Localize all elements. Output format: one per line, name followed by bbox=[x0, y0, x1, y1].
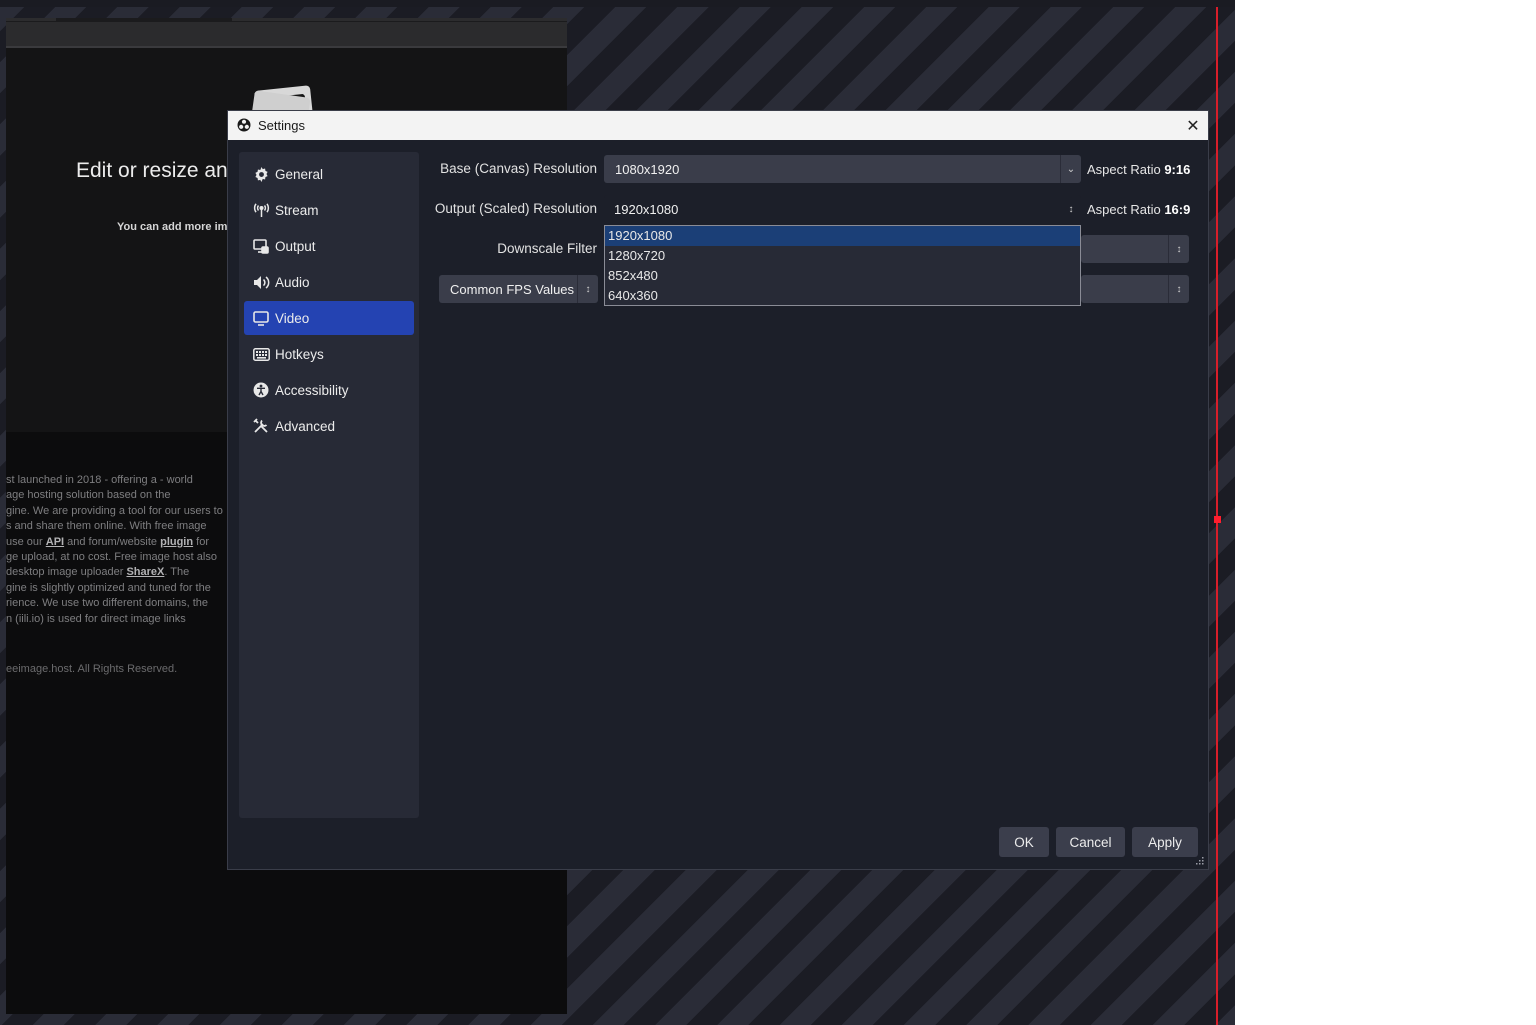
about-text-segment: age hosting solution based on the bbox=[6, 489, 171, 502]
dropdown-option[interactable]: 852x480 bbox=[605, 266, 1080, 286]
about-line: rience. We use two different domains, th… bbox=[6, 596, 228, 611]
up-down-arrows-icon[interactable]: ↕ bbox=[1168, 235, 1189, 263]
close-icon: ✕ bbox=[1186, 117, 1200, 135]
hero-title: Edit or resize any bbox=[76, 159, 239, 182]
sidebar-item-label: Video bbox=[275, 310, 310, 326]
output-resolution-combo[interactable]: 1920x1080 ↕ bbox=[604, 195, 1081, 223]
source-tab bbox=[232, 18, 567, 21]
output-resolution-label: Output (Scaled) Resolution bbox=[434, 201, 597, 216]
about-line: s and share them online. With free image bbox=[6, 519, 228, 534]
sidebar-item-video[interactable]: Video bbox=[244, 301, 414, 335]
dialog-title: Settings bbox=[258, 118, 305, 133]
antenna-icon bbox=[252, 201, 270, 219]
base-resolution-label: Base (Canvas) Resolution bbox=[440, 161, 597, 176]
preview-top-bar bbox=[0, 0, 1235, 7]
output-resolution-dropdown: 1920x1080 1280x720 852x480 640x360 bbox=[604, 225, 1081, 306]
base-aspect-ratio-value: 9:16 bbox=[1164, 162, 1191, 177]
keyboard-icon bbox=[252, 345, 270, 363]
about-text-segment: s and share them online. With free image bbox=[6, 520, 207, 533]
sidebar-item-accessibility[interactable]: Accessibility bbox=[244, 373, 414, 407]
sidebar-item-label: Output bbox=[275, 238, 316, 254]
tools-icon bbox=[252, 417, 270, 435]
base-resolution-combo[interactable]: 1080x1920 ⌄ bbox=[604, 155, 1081, 183]
dropdown-option[interactable]: 640x360 bbox=[605, 286, 1080, 306]
about-text-segment: desktop image uploader bbox=[6, 566, 127, 579]
dropdown-option[interactable]: 1280x720 bbox=[605, 246, 1080, 266]
settings-dialog: Settings ✕ General Stream Output Audio V… bbox=[227, 110, 1209, 870]
source-toolbar bbox=[6, 22, 567, 48]
about-line: ge upload, at no cost. Free image host a… bbox=[6, 550, 228, 565]
about-link[interactable]: plugin bbox=[160, 536, 193, 548]
accessibility-icon bbox=[252, 381, 270, 399]
about-line: age hosting solution based on the bbox=[6, 488, 228, 503]
monitor-icon bbox=[252, 309, 270, 327]
speaker-icon bbox=[252, 273, 270, 291]
settings-sidebar: General Stream Output Audio Video Hotkey… bbox=[239, 152, 419, 818]
sidebar-item-general[interactable]: General bbox=[244, 157, 414, 191]
dialog-titlebar[interactable]: Settings ✕ bbox=[228, 111, 1208, 140]
downscale-filter-label: Downscale Filter bbox=[497, 241, 597, 256]
about-text-segment: use our bbox=[6, 535, 46, 548]
about-text-segment: gine. We are providing a tool for our us… bbox=[6, 504, 223, 517]
sidebar-item-advanced[interactable]: Advanced bbox=[244, 409, 414, 443]
fps-type-combo[interactable]: Common FPS Values ↕ bbox=[439, 275, 598, 303]
output-aspect-ratio: Aspect Ratio 16:9 bbox=[1087, 202, 1191, 217]
hero-subtitle: You can add more im bbox=[117, 221, 228, 233]
resize-grip-icon[interactable] bbox=[1196, 857, 1204, 865]
about-line: use our API and forum/website plugin for bbox=[6, 535, 228, 550]
sidebar-item-stream[interactable]: Stream bbox=[244, 193, 414, 227]
copyright-text: eeimage.host. All Rights Reserved. bbox=[6, 663, 178, 675]
sidebar-item-label: Hotkeys bbox=[275, 346, 324, 362]
ok-button[interactable]: OK bbox=[999, 827, 1049, 857]
gear-icon bbox=[252, 165, 270, 183]
about-line: gine is slightly optimized and tuned for… bbox=[6, 581, 228, 596]
apply-button[interactable]: Apply bbox=[1132, 827, 1198, 857]
about-line: n (iili.io) is used for direct image lin… bbox=[6, 612, 228, 627]
about-text: st launched in 2018 - offering a - world… bbox=[6, 473, 228, 627]
base-resolution-value: 1080x1920 bbox=[615, 161, 680, 177]
output-aspect-ratio-value: 16:9 bbox=[1164, 202, 1191, 217]
up-down-arrows-icon[interactable]: ↕ bbox=[1168, 275, 1189, 303]
about-text-segment: rience. We use two different domains, th… bbox=[6, 597, 208, 610]
chevron-down-icon[interactable]: ⌄ bbox=[1060, 155, 1081, 183]
about-text-segment: ge upload, at no cost. Free image host a… bbox=[6, 551, 217, 564]
sidebar-item-output[interactable]: Output bbox=[244, 229, 414, 263]
about-text-segment: and forum/website bbox=[64, 535, 161, 548]
about-line: desktop image uploader ShareX. The bbox=[6, 565, 228, 580]
dropdown-option[interactable]: 1920x1080 bbox=[605, 226, 1080, 246]
sidebar-item-label: Accessibility bbox=[275, 382, 349, 398]
about-text-segment: for bbox=[193, 535, 209, 548]
sidebar-item-hotkeys[interactable]: Hotkeys bbox=[244, 337, 414, 371]
output-icon bbox=[252, 237, 270, 255]
about-link[interactable]: API bbox=[46, 536, 64, 548]
source-tab bbox=[6, 18, 56, 21]
sidebar-item-audio[interactable]: Audio bbox=[244, 265, 414, 299]
about-text-segment: st launched in 2018 - offering a - world bbox=[6, 474, 193, 486]
obs-logo-icon bbox=[237, 118, 251, 132]
close-button[interactable]: ✕ bbox=[1178, 111, 1208, 140]
about-line: gine. We are providing a tool for our us… bbox=[6, 504, 228, 519]
about-line: st launched in 2018 - offering a - world bbox=[6, 473, 228, 488]
fps-type-value: Common FPS Values bbox=[450, 281, 575, 297]
downscale-filter-combo[interactable]: ↕ bbox=[1081, 235, 1189, 263]
about-text-segment: gine is slightly optimized and tuned for… bbox=[6, 581, 211, 594]
source-resize-handle[interactable] bbox=[1214, 516, 1221, 523]
about-text-segment: n (iili.io) is used for direct image lin… bbox=[6, 612, 186, 625]
sidebar-item-label: Stream bbox=[275, 202, 319, 218]
up-down-arrows-icon[interactable]: ↕ bbox=[1061, 195, 1081, 223]
sidebar-item-label: General bbox=[275, 166, 324, 182]
about-link[interactable]: ShareX bbox=[126, 566, 164, 578]
base-aspect-ratio: Aspect Ratio 9:16 bbox=[1087, 162, 1191, 177]
fps-value-combo[interactable]: ↕ bbox=[1081, 275, 1189, 303]
cancel-button[interactable]: Cancel bbox=[1056, 827, 1125, 857]
sidebar-item-label: Advanced bbox=[275, 418, 336, 434]
up-down-arrows-icon[interactable]: ↕ bbox=[577, 275, 598, 303]
about-text-segment: . The bbox=[164, 566, 190, 579]
sidebar-item-label: Audio bbox=[275, 274, 310, 290]
output-resolution-value: 1920x1080 bbox=[614, 201, 679, 217]
